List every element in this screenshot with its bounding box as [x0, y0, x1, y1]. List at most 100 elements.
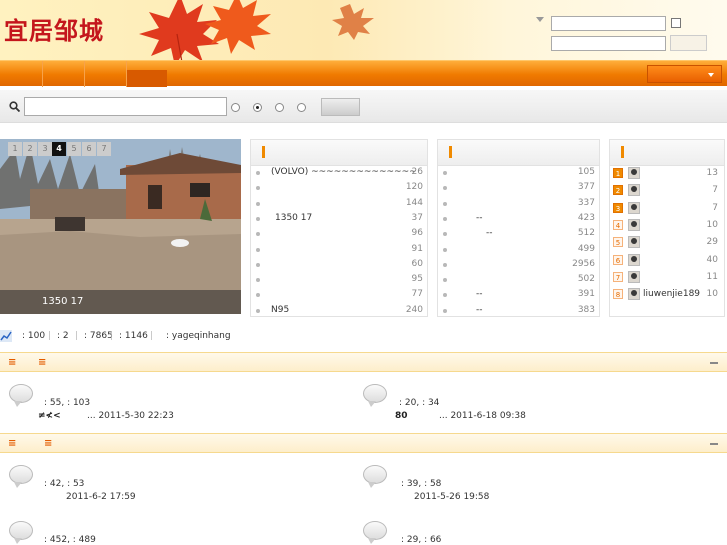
reply-count: 499	[577, 243, 595, 254]
search-type-radio[interactable]	[231, 103, 240, 112]
list-item[interactable]: 120	[251, 179, 427, 195]
search-button[interactable]	[321, 98, 360, 116]
bullet-icon	[443, 262, 447, 267]
list-item[interactable]: N95 240	[251, 302, 427, 318]
list-item[interactable]: -- 391	[438, 286, 599, 302]
list-item[interactable]: 77	[251, 286, 427, 302]
forum-bubble-icon[interactable]	[363, 384, 387, 407]
ranking-row[interactable]: 8 liuwenjie189 10	[610, 286, 724, 302]
nav-item[interactable]	[0, 61, 43, 87]
reply-count: 377	[577, 182, 595, 193]
ranking-row[interactable]: 7 11	[610, 269, 724, 285]
list-item[interactable]: 377	[438, 179, 599, 195]
forum-bubble-icon[interactable]	[363, 521, 387, 544]
post-title[interactable]: --	[486, 225, 493, 241]
avatar[interactable]	[628, 253, 640, 266]
search-input[interactable]	[24, 97, 227, 116]
forum-bubble-icon[interactable]	[9, 521, 33, 544]
list-item[interactable]: 499	[438, 241, 599, 257]
section-icon: ≡	[38, 357, 47, 368]
slideshow-tab[interactable]: 6	[82, 142, 96, 156]
list-item[interactable]: 1350 17 37	[251, 210, 427, 226]
search-type-radio[interactable]	[275, 103, 284, 112]
list-item[interactable]: 2956	[438, 256, 599, 272]
post-title[interactable]: (VOLVO) ~~~~~~~~~~~~~~	[271, 164, 417, 180]
forum-bubble-icon[interactable]	[9, 384, 33, 407]
ranking-row[interactable]: 4 10	[610, 217, 724, 233]
list-item[interactable]: 337	[438, 195, 599, 211]
list-item[interactable]: 95	[251, 271, 427, 287]
remember-me-checkbox[interactable]	[671, 18, 681, 28]
slideshow-caption[interactable]: 1350 17	[0, 290, 241, 314]
list-item[interactable]: 502	[438, 271, 599, 287]
list-item[interactable]: 96	[251, 225, 427, 241]
login-type-dropdown-icon[interactable]	[536, 17, 544, 22]
ranking-row[interactable]: 6 40	[610, 252, 724, 268]
list-item[interactable]: -- 423	[438, 210, 599, 226]
nav-item[interactable]	[43, 61, 85, 87]
collapse-icon[interactable]	[710, 443, 718, 445]
bullet-icon	[443, 278, 447, 283]
slideshow-tab[interactable]: 7	[97, 142, 111, 156]
password-input[interactable]	[551, 36, 666, 51]
last-post-title[interactable]: ≠≮<	[38, 411, 61, 421]
list-item[interactable]: 144	[251, 195, 427, 211]
chart-icon	[0, 330, 12, 342]
list-item[interactable]: 60	[251, 256, 427, 272]
username-input[interactable]	[551, 16, 666, 31]
avatar[interactable]	[628, 167, 640, 179]
post-title[interactable]: N95	[271, 302, 289, 318]
post-title[interactable]: --	[476, 302, 483, 318]
list-item[interactable]: 91	[251, 241, 427, 257]
username[interactable]: liuwenjie189	[643, 286, 700, 302]
list-item[interactable]: -- 512	[438, 225, 599, 241]
nav-dropdown-button[interactable]	[647, 65, 722, 83]
forum-counts: : 42, : 53	[44, 479, 85, 489]
avatar[interactable]	[628, 270, 640, 283]
slideshow-tab[interactable]: 5	[67, 142, 81, 156]
avatar[interactable]	[628, 218, 640, 231]
site-logo[interactable]: 宜居邹城	[4, 11, 104, 46]
slideshow-tab-active[interactable]: 4	[52, 142, 66, 156]
list-item[interactable]: -- 383	[438, 302, 599, 318]
nav-item-active[interactable]	[127, 70, 167, 87]
search-type-radio-selected[interactable]	[253, 103, 262, 112]
forum-bubble-icon[interactable]	[9, 465, 33, 488]
forum-counts: : 39, : 58	[401, 479, 442, 489]
rank-badge: 2	[613, 185, 623, 196]
post-title[interactable]: 1350 17	[275, 210, 312, 226]
search-type-radio[interactable]	[297, 103, 306, 112]
reply-count: 391	[577, 289, 595, 300]
ranking-row[interactable]: 27	[610, 182, 724, 198]
list-item[interactable]: 105	[438, 164, 599, 180]
reply-count: 96	[411, 228, 423, 239]
login-button[interactable]	[670, 35, 707, 51]
post-count: 10	[706, 289, 718, 300]
slideshow-tab[interactable]: 3	[38, 142, 52, 156]
ranking-row[interactable]: 5 29	[610, 234, 724, 250]
post-title[interactable]: --	[476, 286, 483, 302]
avatar[interactable]	[628, 236, 640, 249]
post-count: 7	[712, 185, 718, 196]
stat-separator: |	[150, 331, 154, 341]
nav-item[interactable]	[85, 61, 127, 87]
slideshow-photo	[0, 139, 241, 314]
stat-item[interactable]: : yageqinhang	[166, 327, 231, 345]
reply-count: 240	[405, 304, 423, 315]
avatar[interactable]	[628, 201, 640, 214]
list-item[interactable]: (VOLVO) ~~~~~~~~~~~~~~ 26	[251, 164, 427, 180]
last-post-title[interactable]: 80	[395, 411, 408, 421]
post-title[interactable]: --	[476, 210, 483, 226]
avatar[interactable]	[628, 288, 640, 301]
avatar[interactable]	[628, 184, 640, 197]
bullet-icon	[443, 216, 447, 221]
collapse-icon[interactable]	[710, 362, 718, 364]
photo-slideshow[interactable]: 1 2 3 4 5 6 7	[0, 139, 241, 314]
ranking-row[interactable]: 37	[610, 200, 724, 216]
forum-stats: : 100 | : 2 | : 7865 | : 1146 | : yageqi…	[0, 327, 727, 345]
slideshow-tab[interactable]: 1	[8, 142, 22, 156]
forum-bubble-icon[interactable]	[363, 465, 387, 488]
slideshow-tab[interactable]: 2	[23, 142, 37, 156]
ranking-row[interactable]: 1 13	[610, 165, 724, 181]
rank-badge: 3	[613, 202, 623, 213]
